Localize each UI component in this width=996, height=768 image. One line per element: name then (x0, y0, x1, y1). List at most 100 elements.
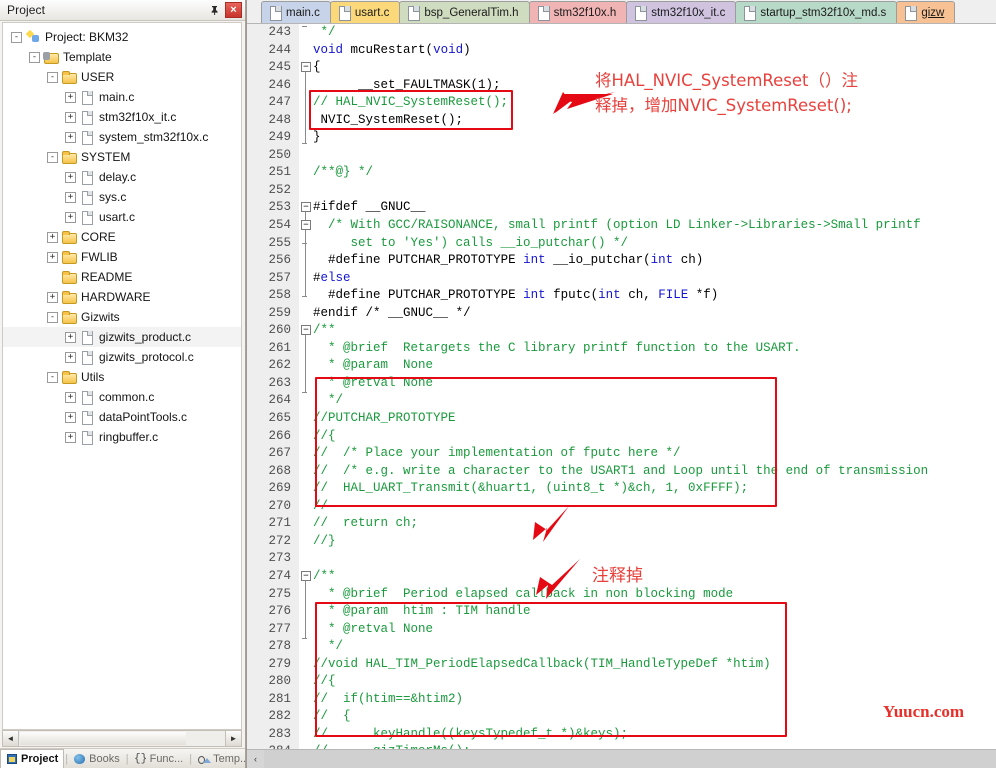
tree-item-sys-c[interactable]: +sys.c (3, 187, 241, 207)
editor-hscroll-track[interactable] (264, 750, 996, 768)
code-line[interactable]: 277 * @retval None (247, 621, 996, 639)
code-line[interactable]: 258 #define PUTCHAR_PROTOTYPE int fputc(… (247, 287, 996, 305)
code-line[interactable]: 250 (247, 147, 996, 165)
code-line[interactable]: 264 */ (247, 392, 996, 410)
pin-icon[interactable] (206, 2, 222, 18)
hscroll-track[interactable] (187, 731, 225, 746)
tree-item-delay-c[interactable]: +delay.c (3, 167, 241, 187)
editor-tab-usart-c[interactable]: usart.c (330, 1, 401, 23)
code-line[interactable]: 244void mcuRestart(void) (247, 42, 996, 60)
code-line[interactable]: 262 * @param None (247, 357, 996, 375)
code-line[interactable]: 252 (247, 182, 996, 200)
expand-toggle-icon[interactable]: + (65, 112, 76, 123)
tree-item-project-bkm32[interactable]: -Project: BKM32 (3, 27, 241, 47)
fold-toggle-245[interactable]: − (301, 62, 311, 72)
code-line[interactable]: 259#endif /* __GNUC__ */ (247, 305, 996, 323)
fold-toggle-260[interactable]: − (301, 325, 311, 335)
code-line[interactable]: 254 /* With GCC/RAISONANCE, small printf… (247, 217, 996, 235)
tree-item-datapointtools-c[interactable]: +dataPointTools.c (3, 407, 241, 427)
editor-tab-stm32f10x-h[interactable]: stm32f10x.h (529, 1, 628, 23)
panel-tab-temp[interactable]: Temp... (193, 749, 254, 768)
code-line[interactable]: 266//{ (247, 428, 996, 446)
expand-toggle-icon[interactable]: + (65, 172, 76, 183)
expand-toggle-icon[interactable]: + (47, 232, 58, 243)
fold-toggle-253[interactable]: − (301, 202, 311, 212)
hscroll-left-arrow-icon[interactable]: ◄ (3, 731, 19, 746)
code-line[interactable]: 275 * @brief Period elapsed callback in … (247, 586, 996, 604)
code-line[interactable]: 268// /* e.g. write a character to the U… (247, 463, 996, 481)
code-line[interactable]: 267// /* Place your implementation of fp… (247, 445, 996, 463)
tree-item-gizwits-protocol-c[interactable]: +gizwits_protocol.c (3, 347, 241, 367)
code-line[interactable]: 280//{ (247, 673, 996, 691)
code-line[interactable]: 270// (247, 498, 996, 516)
tree-item-main-c[interactable]: +main.c (3, 87, 241, 107)
code-line[interactable]: 257#else (247, 270, 996, 288)
code-view[interactable]: 243 */244void mcuRestart(void)245{246 __… (247, 24, 996, 749)
expand-toggle-icon[interactable]: + (65, 352, 76, 363)
project-panel-hscrollbar[interactable]: ◄ ► (2, 730, 242, 747)
expand-toggle-icon[interactable]: + (65, 132, 76, 143)
tree-item-system-stm32f10x-c[interactable]: +system_stm32f10x.c (3, 127, 241, 147)
tree-item-system[interactable]: -SYSTEM (3, 147, 241, 167)
hscroll-thumb[interactable] (20, 732, 186, 745)
code-line[interactable]: 249} (247, 129, 996, 147)
expand-toggle-icon[interactable]: + (47, 292, 58, 303)
code-line[interactable]: 269// HAL_UART_Transmit(&huart1, (uint8_… (247, 480, 996, 498)
tree-item-hardware[interactable]: +HARDWARE (3, 287, 241, 307)
code-line[interactable]: 283// keyHandle((keysTypedef_t *)&keys); (247, 726, 996, 744)
expand-toggle-icon[interactable]: + (65, 212, 76, 223)
hscroll-right-arrow-icon[interactable]: ► (225, 731, 241, 746)
collapse-toggle-icon[interactable]: - (11, 32, 22, 43)
expand-toggle-icon[interactable]: + (65, 92, 76, 103)
code-line[interactable]: 278 */ (247, 638, 996, 656)
expand-toggle-icon[interactable]: + (65, 412, 76, 423)
collapse-toggle-icon[interactable]: - (29, 52, 40, 63)
tree-item-stm32f10x-it-c[interactable]: +stm32f10x_it.c (3, 107, 241, 127)
expand-toggle-icon[interactable]: + (65, 392, 76, 403)
tree-item-usart-c[interactable]: +usart.c (3, 207, 241, 227)
expand-toggle-icon[interactable]: + (65, 332, 76, 343)
tree-item-fwlib[interactable]: +FWLIB (3, 247, 241, 267)
code-line[interactable]: 256 #define PUTCHAR_PROTOTYPE int __io_p… (247, 252, 996, 270)
panel-tab-books[interactable]: Books (69, 749, 125, 768)
code-line[interactable]: 279//void HAL_TIM_PeriodElapsedCallback(… (247, 656, 996, 674)
tree-item-common-c[interactable]: +common.c (3, 387, 241, 407)
editor-tab-startup-stm32f10x-md-s[interactable]: startup_stm32f10x_md.s (735, 1, 897, 23)
panel-tab-project[interactable]: Project (0, 749, 64, 768)
tree-item-ringbuffer-c[interactable]: +ringbuffer.c (3, 427, 241, 447)
expand-toggle-icon[interactable]: + (47, 252, 58, 263)
code-line[interactable]: 243 */ (247, 24, 996, 42)
tree-item-utils[interactable]: -Utils (3, 367, 241, 387)
tree-item-user[interactable]: -USER (3, 67, 241, 87)
tree-item-core[interactable]: +CORE (3, 227, 241, 247)
collapse-toggle-icon[interactable]: - (47, 312, 58, 323)
code-line[interactable]: 263 * @retval None (247, 375, 996, 393)
tree-item-gizwits-product-c[interactable]: +gizwits_product.c (3, 327, 241, 347)
fold-toggle-274[interactable]: − (301, 571, 311, 581)
editor-tab-bsp-generaltim-h[interactable]: bsp_GeneralTim.h (399, 1, 529, 23)
editor-tab-stm32f10x-it-c[interactable]: stm32f10x_it.c (626, 1, 736, 23)
collapse-toggle-icon[interactable]: - (47, 372, 58, 383)
panel-tab-func[interactable]: {}Func... (130, 749, 189, 768)
tree-item-template[interactable]: -Template (3, 47, 241, 67)
project-tree-container[interactable]: -Project: BKM32-Template-USER+main.c+stm… (2, 22, 242, 730)
code-line[interactable]: 261 * @brief Retargets the C library pri… (247, 340, 996, 358)
editor-tab-main-c[interactable]: main.c (261, 1, 331, 23)
code-line[interactable]: 272//} (247, 533, 996, 551)
fold-toggle-254[interactable]: − (301, 220, 311, 230)
code-line[interactable]: 255 set to 'Yes') calls __io_putchar() *… (247, 235, 996, 253)
collapse-toggle-icon[interactable]: - (47, 72, 58, 83)
code-line[interactable]: 260/** (247, 322, 996, 340)
tree-item-readme[interactable]: README (3, 267, 241, 287)
editor-hscroll-left-arrow-icon[interactable]: ‹ (247, 750, 264, 768)
code-line[interactable]: 253#ifdef __GNUC__ (247, 199, 996, 217)
close-icon[interactable]: × (225, 2, 242, 18)
code-line[interactable]: 276 * @param htim : TIM handle (247, 603, 996, 621)
expand-toggle-icon[interactable]: + (65, 432, 76, 443)
code-line[interactable]: 265//PUTCHAR_PROTOTYPE (247, 410, 996, 428)
editor-tab-gizw[interactable]: gizw (896, 1, 955, 23)
expand-toggle-icon[interactable]: + (65, 192, 76, 203)
tree-item-gizwits[interactable]: -Gizwits (3, 307, 241, 327)
code-line[interactable]: 271// return ch; (247, 515, 996, 533)
collapse-toggle-icon[interactable]: - (47, 152, 58, 163)
